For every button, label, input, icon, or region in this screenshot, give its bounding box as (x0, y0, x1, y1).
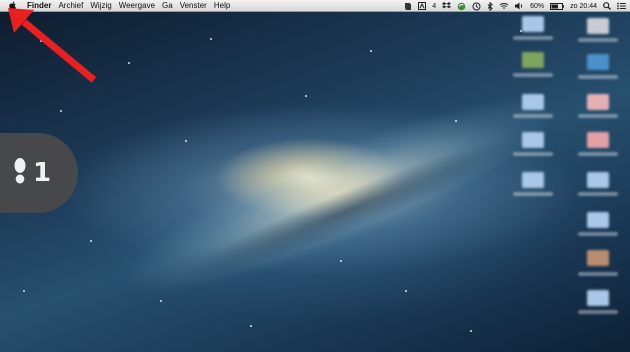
desktop-item-label (578, 192, 618, 196)
desktop-document-icon[interactable] (587, 18, 609, 34)
star (370, 50, 372, 52)
desktop-item-label (578, 114, 618, 118)
menu-weergave[interactable]: Weergave (119, 1, 155, 10)
star (405, 290, 407, 292)
star (250, 325, 252, 327)
dropbox-icon[interactable] (442, 1, 452, 11)
adobe-icon[interactable] (418, 1, 427, 11)
star (60, 110, 62, 112)
step-number: 1 (33, 158, 52, 188)
desktop-item-label (578, 75, 618, 79)
star (23, 290, 25, 292)
volume-icon[interactable] (515, 1, 524, 11)
desktop-folder-icon[interactable] (587, 172, 609, 188)
desktop-item-label (578, 232, 618, 236)
bluetooth-icon[interactable] (487, 1, 493, 11)
desktop-item-label (578, 152, 618, 156)
desktop-item-label (513, 192, 553, 196)
desktop-document-icon[interactable] (587, 94, 609, 110)
desktop-item-label (513, 36, 553, 40)
menu-venster[interactable]: Venster (180, 1, 207, 10)
star (470, 330, 472, 332)
notification-center-icon[interactable] (617, 1, 626, 11)
desktop-document-icon[interactable] (587, 54, 609, 70)
desktop-document-icon[interactable] (522, 52, 544, 68)
desktop-item-label (578, 310, 618, 314)
clock[interactable]: zo 20:44 (570, 1, 597, 11)
desktop-item-label (513, 152, 553, 156)
desktop-folder-icon[interactable] (522, 94, 544, 110)
footprint-icon (13, 157, 27, 189)
menu-ga[interactable]: Ga (162, 1, 173, 10)
desktop-folder-icon[interactable] (522, 172, 544, 188)
red-arrow-icon (8, 8, 97, 83)
desktop-folder-icon[interactable] (587, 212, 609, 228)
wifi-icon[interactable] (499, 1, 509, 11)
star (455, 120, 457, 122)
desktop-folder-icon[interactable] (522, 16, 544, 32)
desktop-item-label (513, 114, 553, 118)
star (128, 62, 130, 64)
star (305, 95, 307, 97)
star (340, 260, 342, 262)
step-badge: 1 (0, 133, 78, 213)
battery-icon[interactable] (550, 1, 564, 11)
desktop-document-icon[interactable] (587, 132, 609, 148)
desktop-document-icon[interactable] (587, 250, 609, 266)
star (160, 300, 162, 302)
search-icon[interactable] (603, 1, 611, 11)
desktop-item-label (578, 38, 618, 42)
desktop-folder-icon[interactable] (587, 290, 609, 306)
sync-icon[interactable] (457, 1, 466, 11)
star (185, 140, 187, 142)
star (90, 240, 92, 242)
status-menus: 4 60% zo 20:44 (404, 0, 626, 12)
evernote-icon[interactable] (404, 1, 412, 11)
time-machine-icon[interactable] (472, 1, 481, 11)
star (210, 38, 212, 40)
desktop-item-label (513, 73, 553, 77)
battery-percentage[interactable]: 60% (530, 1, 544, 11)
adobe-updates-count[interactable]: 4 (432, 1, 436, 11)
desktop-item-label (578, 272, 618, 276)
menu-help[interactable]: Help (214, 1, 230, 10)
desktop-folder-icon[interactable] (522, 132, 544, 148)
